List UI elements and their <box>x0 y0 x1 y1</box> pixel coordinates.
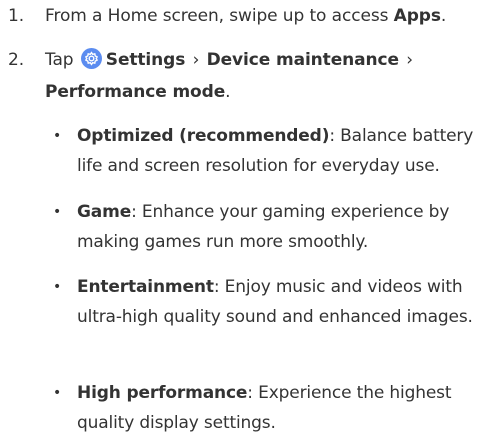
step-number: 1. <box>8 6 25 26</box>
settings-label: Settings <box>105 50 186 70</box>
path-separator: › <box>192 50 200 70</box>
period: . <box>440 6 447 26</box>
mode-text: Game: Enhance your gaming experience by … <box>77 202 450 252</box>
step-text: From a Home screen, swipe up to access A… <box>45 0 495 32</box>
mode-name: High performance <box>77 383 248 403</box>
bullet-icon: • <box>53 279 62 295</box>
mode-description: Enhance your gaming experience by making… <box>77 202 450 252</box>
settings-gear-icon <box>80 48 102 69</box>
device-maintenance-label: Device maintenance <box>206 50 399 70</box>
bullet-icon: • <box>53 128 62 144</box>
path-separator: › <box>406 50 413 70</box>
mode-text: Entertainment: Enjoy music and videos wi… <box>77 277 473 327</box>
step-number: 2. <box>8 50 25 70</box>
instructions-document: 1. From a Home screen, swipe up to acces… <box>0 0 500 443</box>
period: . <box>225 82 231 102</box>
mode-name: Optimized (recommended) <box>77 126 330 146</box>
mode-name: Game <box>77 202 132 222</box>
apps-label: Apps <box>393 6 441 26</box>
bullet-icon: • <box>53 385 62 401</box>
bullet-icon: • <box>53 204 62 220</box>
step-text: Tap Settings › Device maintenance › Perf… <box>45 44 495 108</box>
mode-text: High performance: Experience the highest… <box>77 383 452 433</box>
step-1-text: From a Home screen, swipe up to access <box>45 6 394 26</box>
tap-label: Tap <box>45 50 74 70</box>
performance-mode-label: Performance mode <box>45 82 226 102</box>
mode-name: Entertainment <box>77 277 214 297</box>
mode-text: Optimized (recommended): Balance battery… <box>77 126 474 176</box>
